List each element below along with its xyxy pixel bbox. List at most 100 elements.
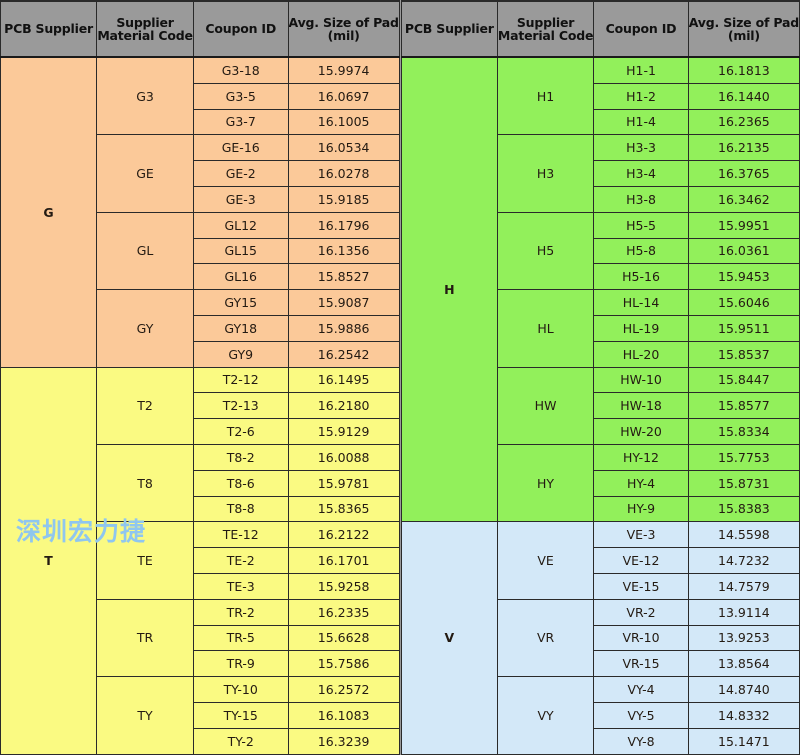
cell-avg-size-of-pad: 14.8332 bbox=[687, 701, 800, 729]
cell-coupon-id: T8-6 bbox=[192, 469, 289, 497]
cell-coupon-id: H3-8 bbox=[593, 185, 689, 213]
cell-coupon-id: TE-12 bbox=[192, 521, 289, 549]
cell-avg-size-of-pad: 16.2572 bbox=[287, 676, 400, 703]
right-table-header: PCB Supplier Supplier Material Code Coup… bbox=[400, 0, 800, 58]
cell-avg-size-of-pad: 15.9951 bbox=[687, 211, 800, 239]
cell-coupon-id: TR-9 bbox=[192, 650, 289, 678]
cell-avg-size-of-pad: 15.6628 bbox=[287, 624, 400, 652]
cell-avg-size-of-pad: 15.9258 bbox=[287, 572, 400, 600]
header-avg-size-line2: (mil) bbox=[327, 28, 360, 43]
cell-material-code-t8: T8 bbox=[96, 443, 194, 523]
cell-avg-size-of-pad: 16.2135 bbox=[687, 134, 800, 162]
cell-coupon-id: GY15 bbox=[192, 289, 289, 316]
cell-coupon-id: H5-16 bbox=[593, 263, 689, 291]
cell-coupon-id: VY-4 bbox=[593, 676, 689, 703]
cell-material-code-vy: VY bbox=[496, 676, 595, 755]
right-table-body: H H1 H1-1 16.1813 H1-2 16.1440 H1-4 16.2365 H3 H3… bbox=[400, 56, 800, 755]
header-supplier-material-code: Supplier Material Code bbox=[96, 0, 194, 58]
cell-avg-size-of-pad: 15.1471 bbox=[687, 727, 800, 755]
header-supplier-material-code-line2: Material Code bbox=[97, 28, 193, 43]
cell-coupon-id: T2-13 bbox=[192, 392, 289, 420]
cell-avg-size-of-pad: 16.2180 bbox=[287, 392, 400, 420]
cell-avg-size-of-pad: 15.9974 bbox=[287, 56, 400, 84]
cell-avg-size-of-pad: 16.2122 bbox=[287, 521, 400, 549]
cell-material-code-h5: H5 bbox=[496, 211, 595, 291]
cell-coupon-id: HW-10 bbox=[593, 366, 689, 394]
cell-coupon-id: TE-3 bbox=[192, 572, 289, 600]
cell-material-code-hl: HL bbox=[496, 289, 595, 368]
cell-material-code-gl: GL bbox=[96, 211, 194, 291]
cell-coupon-id: T2-6 bbox=[192, 418, 289, 445]
cell-coupon-id: VE-12 bbox=[593, 547, 689, 574]
cell-coupon-id: HY-9 bbox=[593, 495, 689, 523]
right-pad-size-table: PCB Supplier Supplier Material Code Coup… bbox=[400, 0, 800, 755]
cell-avg-size-of-pad: 13.9114 bbox=[687, 598, 800, 626]
cell-material-code-gy: GY bbox=[96, 289, 194, 368]
cell-avg-size-of-pad: 16.1083 bbox=[287, 701, 400, 729]
cell-avg-size-of-pad: 16.1356 bbox=[287, 237, 400, 265]
cell-coupon-id: GL16 bbox=[192, 263, 289, 291]
pad-size-table-screenshot: PCB Supplier Supplier Material Code Coup… bbox=[0, 0, 800, 755]
table-row: H H1 H1-1 16.1813 bbox=[400, 56, 800, 523]
cell-avg-size-of-pad: 16.1796 bbox=[287, 211, 400, 239]
left-pad-size-table: PCB Supplier Supplier Material Code Coup… bbox=[0, 0, 400, 755]
cell-coupon-id: GE-3 bbox=[192, 185, 289, 213]
cell-coupon-id: TE-2 bbox=[192, 547, 289, 574]
cell-avg-size-of-pad: 16.2365 bbox=[687, 108, 800, 136]
cell-pcb-supplier-t: T bbox=[0, 366, 98, 755]
cell-avg-size-of-pad: 15.8383 bbox=[687, 495, 800, 523]
cell-avg-size-of-pad: 15.9886 bbox=[287, 314, 400, 342]
cell-coupon-id: G3-7 bbox=[192, 108, 289, 136]
left-table-header: PCB Supplier Supplier Material Code Coup… bbox=[0, 0, 400, 58]
cell-avg-size-of-pad: 16.3765 bbox=[687, 160, 800, 187]
cell-coupon-id: H1-1 bbox=[593, 56, 689, 84]
header-coupon-id: Coupon ID bbox=[192, 0, 289, 58]
cell-avg-size-of-pad: 15.7753 bbox=[687, 443, 800, 471]
cell-material-code-hy: HY bbox=[496, 443, 595, 523]
cell-coupon-id: G3-5 bbox=[192, 82, 289, 110]
cell-material-code-h3: H3 bbox=[496, 134, 595, 213]
cell-avg-size-of-pad: 16.3462 bbox=[687, 185, 800, 213]
cell-avg-size-of-pad: 15.9087 bbox=[287, 289, 400, 316]
cell-coupon-id: HY-4 bbox=[593, 469, 689, 497]
header-pcb-supplier: PCB Supplier bbox=[400, 0, 498, 58]
cell-coupon-id: HY-12 bbox=[593, 443, 689, 471]
cell-avg-size-of-pad: 13.9253 bbox=[687, 624, 800, 652]
cell-avg-size-of-pad: 15.9453 bbox=[687, 263, 800, 291]
cell-material-code-g3: G3 bbox=[96, 56, 194, 136]
header-supplier-material-code: Supplier Material Code bbox=[496, 0, 595, 58]
cell-coupon-id: VE-3 bbox=[593, 521, 689, 549]
header-row: PCB Supplier Supplier Material Code Coup… bbox=[0, 0, 400, 58]
cell-avg-size-of-pad: 16.3239 bbox=[287, 727, 400, 755]
cell-coupon-id: GY9 bbox=[192, 340, 289, 368]
cell-avg-size-of-pad: 16.2542 bbox=[287, 340, 400, 368]
header-supplier-material-code-line2: Material Code bbox=[497, 28, 594, 43]
cell-material-code-t2: T2 bbox=[96, 366, 194, 445]
header-pcb-supplier: PCB Supplier bbox=[0, 0, 98, 58]
cell-material-code-te: TE bbox=[96, 521, 194, 600]
cell-coupon-id: H3-4 bbox=[593, 160, 689, 187]
table-row: T T2 T2-12 16.1495 bbox=[0, 366, 400, 755]
cell-coupon-id: VE-15 bbox=[593, 572, 689, 600]
cell-coupon-id: TY-10 bbox=[192, 676, 289, 703]
cell-coupon-id: H5-8 bbox=[593, 237, 689, 265]
cell-coupon-id: HL-19 bbox=[593, 314, 689, 342]
cell-coupon-id: TR-2 bbox=[192, 598, 289, 626]
cell-avg-size-of-pad: 15.8447 bbox=[687, 366, 800, 394]
cell-coupon-id: G3-18 bbox=[192, 56, 289, 84]
cell-coupon-id: VR-10 bbox=[593, 624, 689, 652]
cell-coupon-id: TY-15 bbox=[192, 701, 289, 729]
cell-avg-size-of-pad: 15.9185 bbox=[287, 185, 400, 213]
cell-avg-size-of-pad: 16.2335 bbox=[287, 598, 400, 626]
cell-avg-size-of-pad: 16.1813 bbox=[687, 56, 800, 84]
table-row: G G3 G3-18 15.9974 bbox=[0, 56, 400, 368]
header-avg-size-line2: (mil) bbox=[727, 28, 760, 43]
cell-avg-size-of-pad: 13.8564 bbox=[687, 650, 800, 678]
cell-coupon-id: H5-5 bbox=[593, 211, 689, 239]
cell-avg-size-of-pad: 15.9511 bbox=[687, 314, 800, 342]
cell-material-code-ty: TY bbox=[96, 676, 194, 755]
cell-avg-size-of-pad: 15.8731 bbox=[687, 469, 800, 497]
cell-material-code-ve: VE bbox=[496, 521, 595, 600]
cell-coupon-id: T8-2 bbox=[192, 443, 289, 471]
cell-avg-size-of-pad: 16.1701 bbox=[287, 547, 400, 574]
